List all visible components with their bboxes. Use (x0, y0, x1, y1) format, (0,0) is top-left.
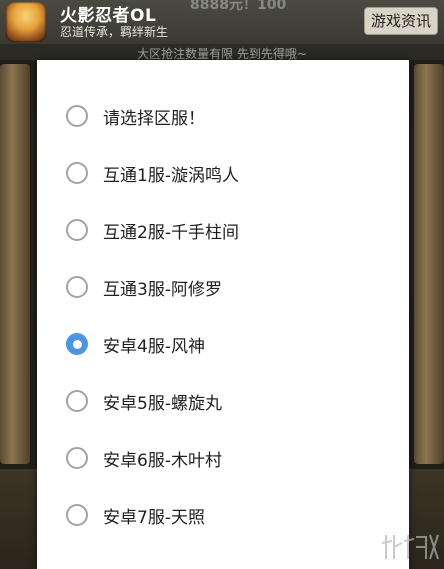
decorative-scroll-right (414, 64, 444, 464)
watermark-logo-icon (381, 534, 439, 560)
server-option-label: 安卓5服-螺旋丸 (103, 393, 222, 414)
server-option[interactable]: 请选择区服！ (37, 90, 409, 142)
decorative-scroll-left (0, 64, 30, 464)
server-option[interactable]: 互通2服-千手柱间 (37, 204, 409, 256)
server-option[interactable]: 安卓6服-木叶村 (37, 432, 409, 484)
radio-button[interactable] (66, 333, 88, 355)
header-faded-text: 8888元！100 (190, 0, 287, 13)
server-option[interactable]: 安卓4服-风神 (37, 318, 409, 370)
server-option[interactable]: 互通1服-漩涡鸣人 (37, 147, 409, 199)
server-option-label: 互通1服-漩涡鸣人 (103, 165, 239, 186)
server-option-label: 互通2服-千手柱间 (103, 222, 239, 243)
game-logo-icon (6, 2, 46, 42)
app-header: 火影忍者OL 忍道传承，羁绊新生 8888元！100 游戏资讯 (0, 0, 444, 44)
server-option[interactable]: 互通3服-阿修罗 (37, 261, 409, 313)
server-option-label: 互通3服-阿修罗 (103, 279, 222, 300)
server-option-label: 请选择区服！ (103, 108, 205, 129)
radio-button[interactable] (66, 105, 88, 127)
radio-button[interactable] (66, 447, 88, 469)
app-subtitle: 忍道传承，羁绊新生 (60, 25, 169, 39)
radio-button[interactable] (66, 276, 88, 298)
radio-button[interactable] (66, 390, 88, 412)
server-option-label: 安卓7服-天照 (103, 507, 205, 528)
server-select-dialog: 请选择区服！ 互通1服-漩涡鸣人 互通2服-千手柱间 互通3服-阿修罗 安卓4服… (37, 60, 409, 569)
radio-button[interactable] (66, 219, 88, 241)
server-option[interactable]: 安卓7服-天照 (37, 489, 409, 541)
server-option[interactable]: 安卓5服-螺旋丸 (37, 375, 409, 427)
server-option-label: 安卓4服-风神 (103, 336, 205, 357)
radio-button[interactable] (66, 504, 88, 526)
radio-button[interactable] (66, 162, 88, 184)
server-option-label: 安卓6服-木叶村 (103, 450, 222, 471)
game-news-button[interactable]: 游戏资讯 (363, 7, 438, 35)
